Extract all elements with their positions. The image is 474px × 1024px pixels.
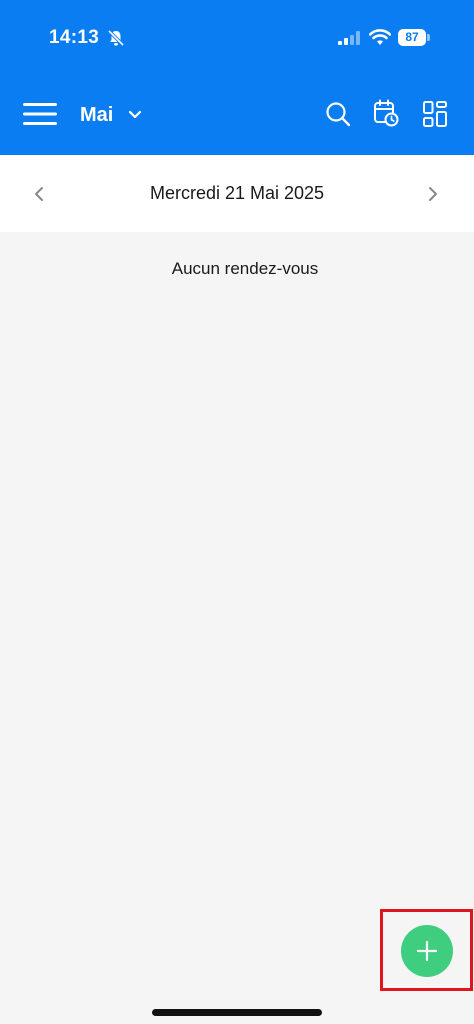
- chevron-down-icon: [129, 110, 142, 119]
- empty-appointments-message: Aucun rendez-vous: [171, 259, 319, 278]
- signal-icon: [338, 31, 360, 45]
- add-appointment-button[interactable]: [401, 925, 453, 977]
- app-bar: Mai: [0, 90, 474, 140]
- date-navigation: Mercredi 21 Mai 2025: [0, 155, 474, 232]
- search-icon[interactable]: [325, 101, 351, 127]
- battery-cap: [427, 34, 430, 41]
- menu-icon[interactable]: [23, 101, 57, 127]
- wifi-icon: [369, 29, 391, 45]
- header: 14:13 87 Mai: [0, 0, 474, 155]
- battery-level: 87: [398, 29, 426, 46]
- home-indicator[interactable]: [152, 1009, 322, 1016]
- status-bar: 14:13 87: [0, 0, 474, 70]
- bell-slash-icon: [107, 29, 125, 47]
- battery-icon: 87: [398, 29, 430, 46]
- layout-grid-icon[interactable]: [423, 101, 447, 127]
- calendar-clock-icon[interactable]: [373, 99, 399, 127]
- plus-icon: [416, 940, 438, 962]
- month-label: Mai: [80, 103, 114, 126]
- month-selector[interactable]: Mai: [80, 100, 142, 130]
- chevron-right-icon[interactable]: [422, 182, 444, 206]
- status-time: 14:13: [49, 27, 100, 48]
- current-date: Mercredi 21 Mai 2025: [149, 183, 325, 203]
- calendar-screen: 14:13 87 Mai Mercredi 21 Mai 2025 Aucun …: [0, 0, 474, 1024]
